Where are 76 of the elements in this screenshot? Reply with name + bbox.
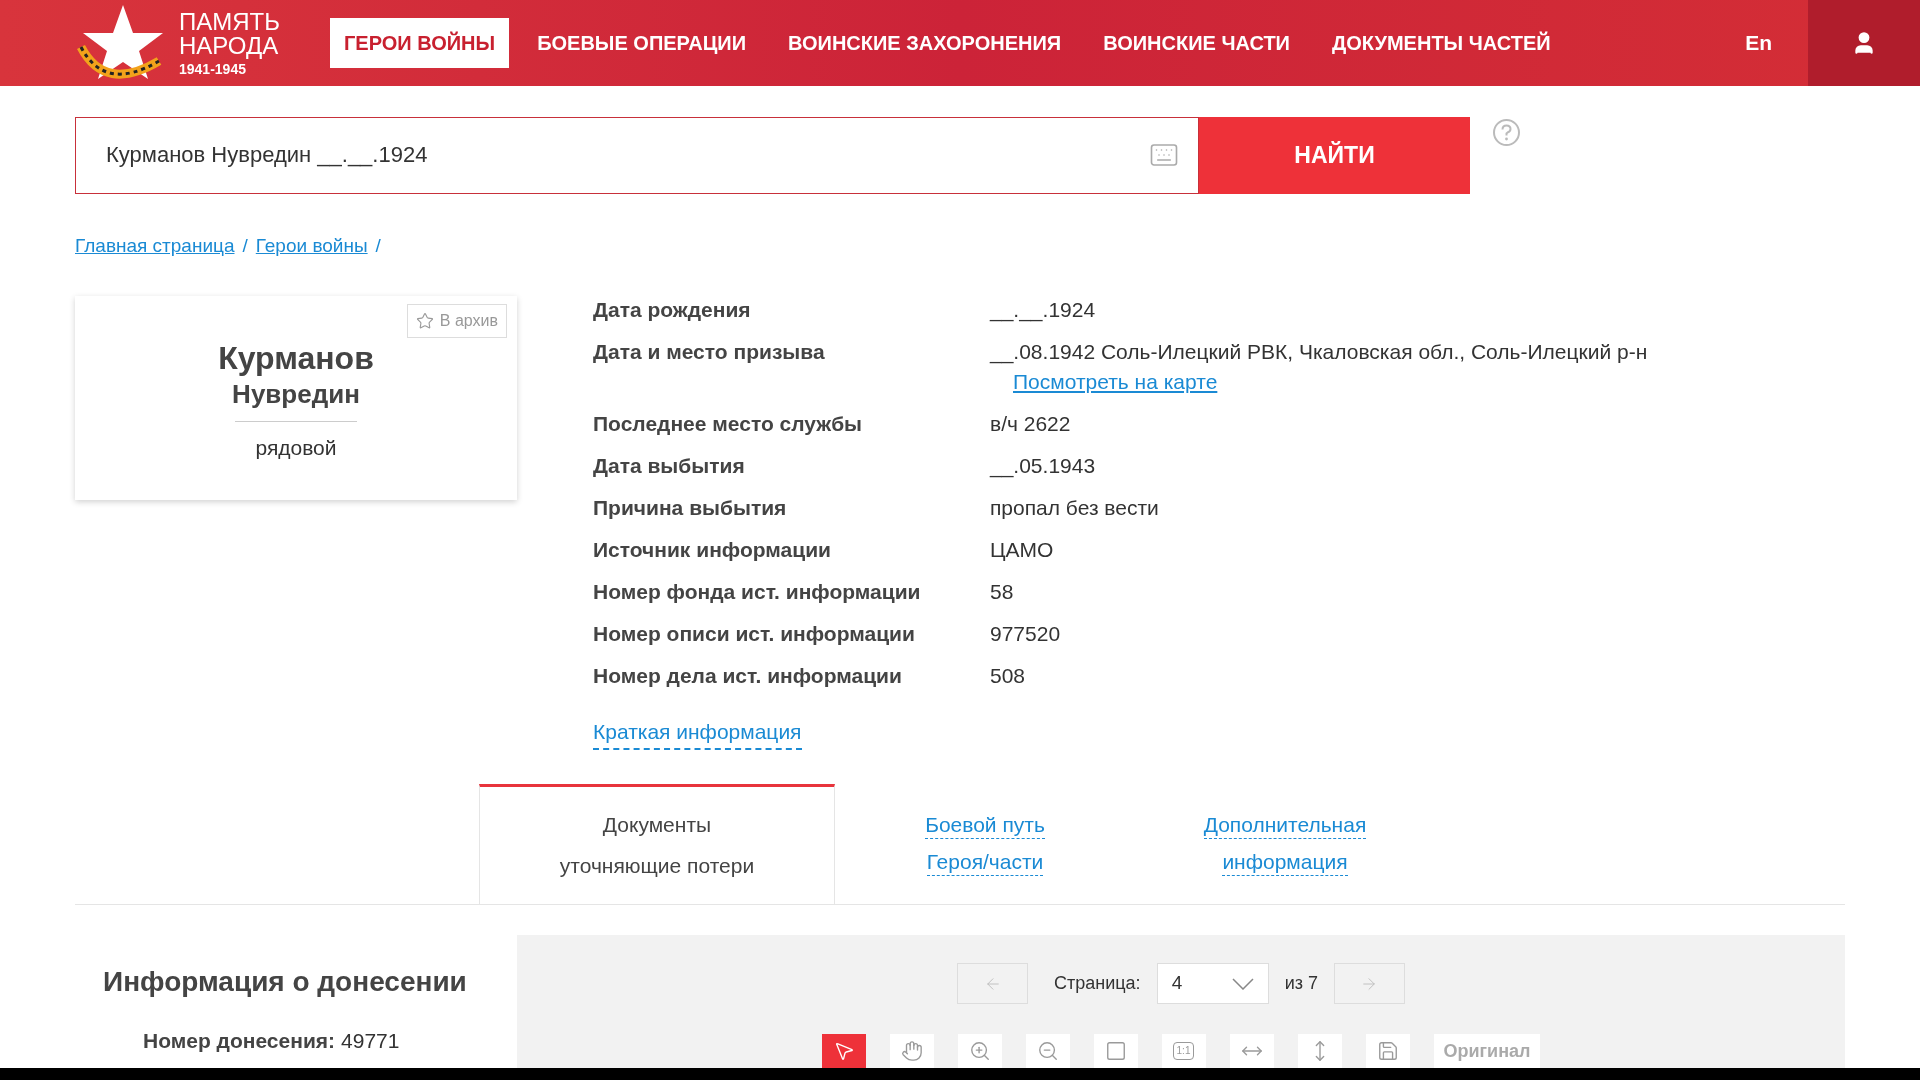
star-icon xyxy=(415,312,434,331)
report-field-label: Номер донесения: xyxy=(143,1028,336,1054)
zoom-out-icon xyxy=(1036,1040,1059,1062)
zoom-in-icon xyxy=(968,1040,991,1062)
report-title: Информация о донесении xyxy=(103,965,468,999)
person-name: Нувредин xyxy=(232,378,360,411)
detail-value: ЦАМО xyxy=(990,537,1054,564)
user-button[interactable] xyxy=(1808,0,1920,86)
breadcrumb-link[interactable]: Герои войны xyxy=(255,231,368,261)
search-field[interactable]: Курманов Нувредин __.__.1924 xyxy=(75,116,1199,194)
nav-link[interactable]: ГЕРОИ ВОЙНЫ xyxy=(330,17,510,68)
breadcrumb-link[interactable]: Главная страница xyxy=(75,231,235,261)
detail-value: 508 xyxy=(990,663,1026,690)
tab-label: Героя/части xyxy=(926,848,1044,876)
toolbar-button[interactable] xyxy=(957,1034,1002,1068)
nav-link[interactable]: ВОИНСКИЕ ЧАСТИ xyxy=(1089,17,1304,68)
actual-size-label: 1:1 xyxy=(1172,1042,1195,1060)
detail-label: Источник информации xyxy=(593,537,832,564)
detail-value: пропал без вести xyxy=(990,495,1159,522)
next-page-button[interactable] xyxy=(1333,963,1405,1004)
summary-link[interactable]: Краткая информация xyxy=(593,716,802,750)
detail-label: Дата рождения xyxy=(593,297,752,324)
chevron-down-icon xyxy=(1231,977,1254,990)
toolbar-button[interactable] xyxy=(1025,1034,1070,1068)
toolbar-button[interactable] xyxy=(889,1034,934,1068)
hand-icon xyxy=(900,1040,923,1062)
page-label: Страница: xyxy=(1054,972,1141,995)
tab-label: Боевой путь xyxy=(925,811,1045,839)
archive-button[interactable]: В архив xyxy=(406,304,507,339)
detail-value: __.08.1942 Соль-Илецкий РВК, Чкаловская обл., Соль-Илецкий р-н xyxy=(990,339,1648,366)
detail-value: в/ч 2622 xyxy=(990,411,1071,438)
breadcrumb-separator: / xyxy=(375,233,381,258)
original-button[interactable]: Оригинал xyxy=(1433,1034,1541,1068)
person-surname: Курманов xyxy=(218,339,374,379)
save-icon xyxy=(1376,1040,1399,1062)
search-button[interactable]: НАЙТИ xyxy=(1199,116,1470,194)
tab[interactable]: Боевой путь Героя/части xyxy=(835,783,1135,904)
tab-label: информация xyxy=(1222,848,1348,876)
detail-label: Номер фонда ист. информации xyxy=(593,579,922,606)
nav-link[interactable]: ВОИНСКИЕ ЗАХОРОНЕНИЯ xyxy=(774,17,1076,68)
language-link[interactable]: En xyxy=(1745,27,1772,59)
previous-page-button[interactable] xyxy=(957,963,1029,1004)
map-link[interactable]: Посмотреть на карте xyxy=(1013,368,1648,397)
tab-label: Дополнительная xyxy=(1203,811,1367,839)
logo-text: ПАМЯТЬ xyxy=(179,9,280,34)
page-total: из 7 xyxy=(1284,972,1318,995)
tab-label: уточняющие потери xyxy=(559,853,755,880)
detail-label: Дата выбытия xyxy=(593,453,746,480)
toolbar-button[interactable] xyxy=(1297,1034,1342,1068)
detail-value: __.05.1943 xyxy=(990,453,1096,480)
breadcrumb-separator: / xyxy=(242,233,248,258)
detail-value: __.__.1924 xyxy=(990,297,1096,324)
toolbar-button[interactable] xyxy=(1365,1034,1410,1068)
detail-label: Номер описи ист. информации xyxy=(593,621,916,648)
detail-value: 58 xyxy=(990,579,1014,606)
nav-link[interactable]: ДОКУМЕНТЫ ЧАСТЕЙ xyxy=(1318,17,1565,68)
toolbar-button[interactable] xyxy=(1093,1034,1138,1068)
detail-label: Последнее место службы xyxy=(593,411,864,438)
nav-link[interactable]: БОЕВЫЕ ОПЕРАЦИИ xyxy=(523,17,760,68)
page-select[interactable]: 4 xyxy=(1156,963,1269,1004)
logo-text: НАРОДА xyxy=(179,33,280,58)
help-icon[interactable] xyxy=(1493,118,1520,146)
toolbar-button[interactable] xyxy=(1229,1034,1274,1068)
detail-label: Причина выбытия xyxy=(593,495,788,522)
detail-label: Номер дела ист. информации xyxy=(593,663,903,690)
logo-years: 1941-1945 xyxy=(179,61,247,76)
tab[interactable]: Дополнительная информация xyxy=(1135,783,1435,904)
person-rank: рядовой xyxy=(255,434,337,461)
detail-label: Дата и место призыва xyxy=(593,339,826,366)
tab-label: Документы xyxy=(602,811,712,838)
toolbar-button[interactable]: 1:1 xyxy=(1161,1034,1206,1068)
report-field-value: 49771 xyxy=(341,1028,400,1054)
toolbar-button[interactable] xyxy=(821,1034,866,1068)
detail-value: 977520 xyxy=(990,621,1061,648)
square-icon xyxy=(1104,1040,1127,1062)
tab[interactable]: Документы уточняющие потери xyxy=(479,783,835,904)
